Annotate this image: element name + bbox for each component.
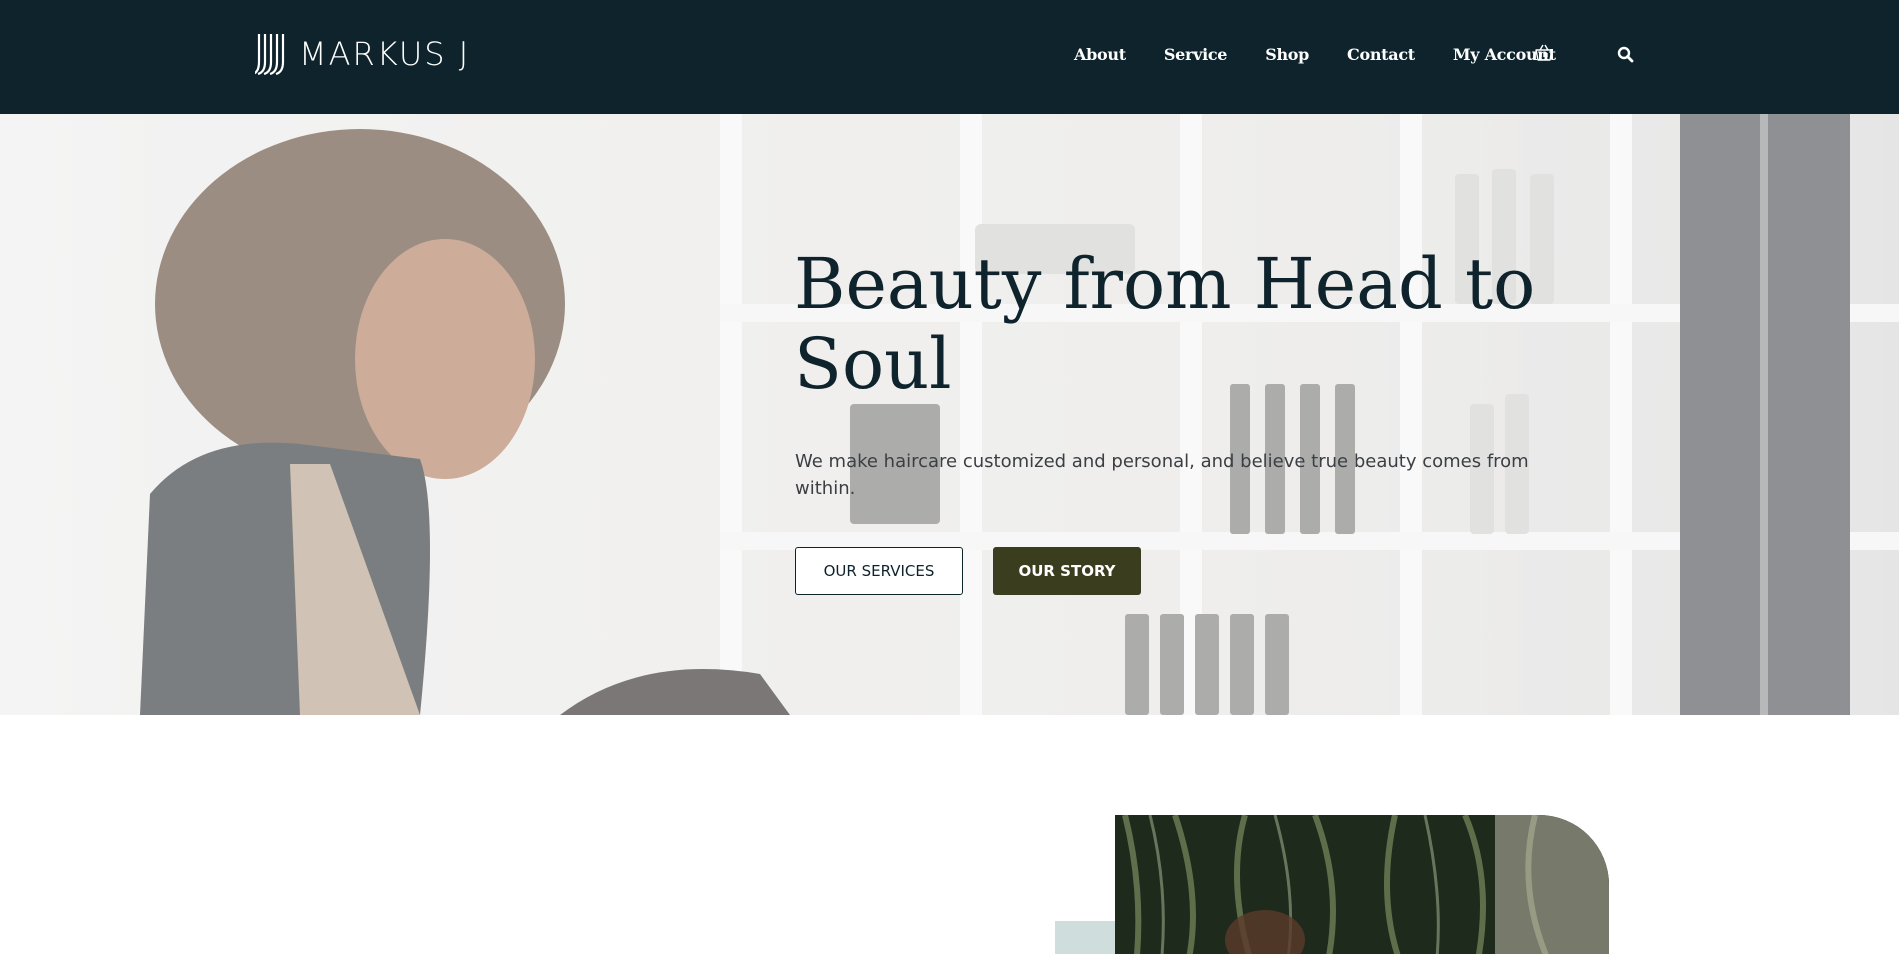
- intro-section: [0, 715, 1899, 954]
- nav-item-shop[interactable]: Shop: [1265, 45, 1309, 64]
- hero-subtitle: We make haircare customized and personal…: [795, 451, 1529, 499]
- our-services-button[interactable]: OUR SERVICES: [795, 547, 963, 595]
- basket-icon[interactable]: [1533, 42, 1555, 64]
- hero-overlay: [0, 114, 1899, 715]
- feature-image: [1115, 815, 1609, 954]
- site-header: MARKUS J About Service Shop Contact My A…: [0, 0, 1899, 114]
- nav-item-service[interactable]: Service: [1164, 45, 1228, 64]
- main-nav: About Service Shop Contact My Account: [1074, 40, 1594, 68]
- nav-item-about[interactable]: About: [1074, 45, 1126, 64]
- our-story-button[interactable]: OUR STORY: [993, 547, 1141, 595]
- hero-title: Beauty from Head to Soul: [794, 243, 1536, 405]
- brand-logo[interactable]: MARKUS J: [255, 32, 470, 76]
- accent-block: [1055, 921, 1115, 954]
- search-icon[interactable]: [1614, 43, 1636, 65]
- hero-section: Beauty from Head to Soul We make haircar…: [0, 114, 1899, 715]
- brand-name: MARKUS J: [299, 35, 471, 73]
- nav-item-contact[interactable]: Contact: [1347, 45, 1415, 64]
- stacked-lines-logo-icon: [255, 34, 285, 76]
